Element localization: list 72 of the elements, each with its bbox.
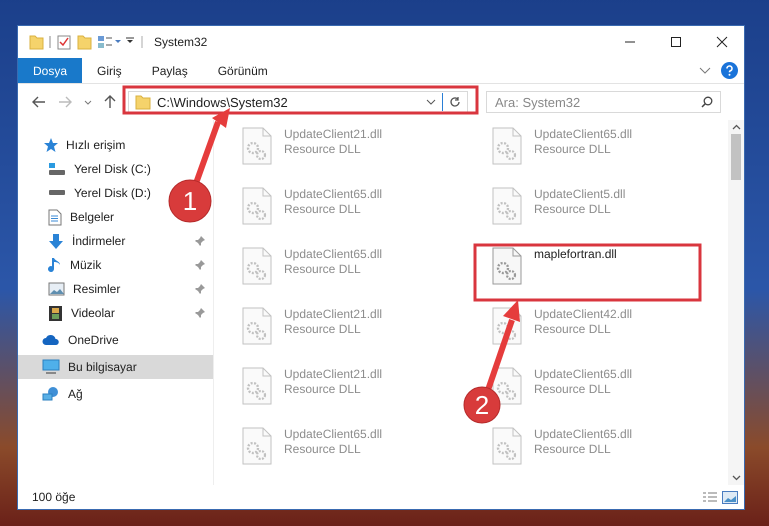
maximize-icon[interactable]: [670, 36, 682, 48]
picture-icon: [48, 282, 65, 296]
sidebar-item[interactable]: Yerel Disk (D:): [74, 186, 151, 200]
ribbon-tab[interactable]: Görünüm: [202, 58, 283, 83]
details-view-icon[interactable]: [702, 491, 718, 503]
chevron-down-icon[interactable]: [732, 475, 740, 481]
music-icon: [48, 256, 62, 274]
sidebar-label: OneDrive: [68, 333, 119, 347]
address-path: C:\Windows\System32: [157, 94, 289, 110]
help-icon[interactable]: [721, 62, 738, 79]
computer-icon: [42, 359, 60, 375]
sidebar-item[interactable]: Belgeler: [70, 210, 114, 224]
item-count: 100 öğe: [32, 490, 76, 504]
ribbon-tab[interactable]: Giriş: [82, 58, 137, 83]
cloud-icon: [42, 334, 60, 346]
search-icon: [701, 96, 713, 108]
search-field[interactable]: Ara: System32: [486, 91, 721, 113]
download-icon: [48, 232, 64, 250]
dll-file-icon[interactable]: [492, 247, 522, 285]
star-icon: [42, 137, 58, 153]
file-type: Resource DLL: [534, 142, 612, 156]
chevron-up-icon[interactable]: [732, 124, 740, 130]
sidebar-label: Hızlı erişim: [66, 138, 126, 152]
file-type: Resource DLL: [284, 202, 362, 216]
pin-icon[interactable]: [195, 236, 205, 246]
file-type: Resource DLL: [284, 442, 362, 456]
address-bar[interactable]: C:\Windows\System32: [128, 91, 468, 113]
network-icon: [42, 386, 60, 402]
file-type: Resource DLL: [534, 202, 612, 216]
sidebar-item[interactable]: Ağ: [18, 382, 213, 406]
large-icons-view-icon[interactable]: [722, 490, 738, 504]
ribbon-tab[interactable]: Dosya: [18, 58, 82, 83]
sidebar-item[interactable]: Videolar: [71, 306, 115, 320]
back-arrow-icon[interactable]: [32, 96, 46, 108]
file-type: Resource DLL: [534, 382, 612, 396]
step-badge: 2: [464, 386, 500, 424]
chevron-down-icon[interactable]: [699, 66, 711, 74]
chevron-down-icon[interactable]: [84, 100, 92, 104]
pin-icon[interactable]: [195, 260, 205, 270]
pin-icon[interactable]: [195, 284, 205, 294]
film-icon: [48, 304, 63, 322]
step-badge: 1: [168, 180, 212, 222]
sidebar-item[interactable]: Bu bilgisayar: [18, 355, 213, 379]
sidebar-item[interactable]: Müzik: [70, 258, 102, 272]
file-type: Resource DLL: [284, 382, 362, 396]
file-name[interactable]: maplefortran.dll: [534, 247, 617, 261]
drive-icon: [48, 190, 66, 196]
dll-file-icon[interactable]: [492, 367, 522, 405]
sidebar-item[interactable]: Resimler: [73, 282, 120, 296]
pin-icon[interactable]: [195, 308, 205, 318]
folder-icon: [135, 94, 151, 110]
file-type: Resource DLL: [284, 262, 362, 276]
refresh-icon[interactable]: [449, 96, 461, 108]
sidebar-item[interactable]: OneDrive: [18, 328, 213, 352]
scrollbar-thumb[interactable]: [731, 134, 741, 180]
file-type: Resource DLL: [284, 142, 362, 156]
scrollbar[interactable]: [728, 120, 744, 485]
close-icon[interactable]: [716, 36, 728, 48]
file-type: Resource DLL: [534, 322, 612, 336]
ribbon-tab[interactable]: Paylaş: [136, 58, 203, 83]
sidebar-item[interactable]: İndirmeler: [72, 234, 126, 248]
chevron-down-icon[interactable]: [426, 99, 436, 105]
up-arrow-icon[interactable]: [104, 95, 116, 109]
sidebar-label: Bu bilgisayar: [68, 360, 137, 374]
window-title: System32: [154, 35, 208, 49]
sidebar-item[interactable]: Yerel Disk (C:): [74, 162, 151, 176]
file-type: Resource DLL: [534, 442, 612, 456]
file-type: Resource DLL: [284, 322, 362, 336]
drive-icon: [48, 162, 66, 176]
document-icon: [48, 208, 62, 226]
sidebar-label: Ağ: [68, 387, 83, 401]
sidebar-item[interactable]: Hızlı erişim: [18, 133, 213, 157]
